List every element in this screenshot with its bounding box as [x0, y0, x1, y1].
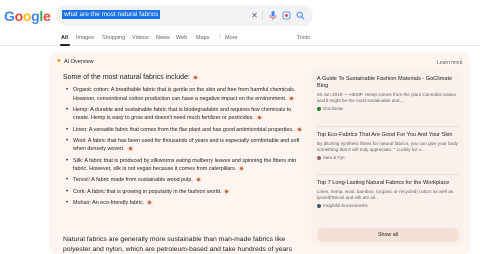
source-title[interactable]: Top 7 Long-Lasting Natural Fabrics for t…	[317, 180, 459, 187]
link-chip-icon[interactable]	[223, 188, 231, 194]
search-icon[interactable]	[296, 11, 305, 20]
overview-intro: Some of the most natural fabrics include…	[63, 74, 199, 81]
tab-news[interactable]: News	[156, 35, 170, 41]
source-snippet: By ditching synthetic fibres for natural…	[317, 141, 458, 152]
fact-text: Silk: A fabric that is produced by silkw…	[73, 157, 297, 173]
logo-letter: o	[22, 8, 32, 24]
show-all-button[interactable]: Show all	[317, 228, 459, 242]
source-site: Sara & Fyn	[317, 155, 459, 160]
list-item: Organic cotton: A breathable fabric that…	[63, 86, 303, 103]
intro-text: Some of the most natural fabrics include…	[63, 74, 190, 81]
tab-shopping[interactable]: Shopping	[102, 35, 125, 41]
site-favicon-icon	[317, 155, 321, 160]
list-item: Linen: A versatile fabric that comes fro…	[63, 126, 303, 135]
search-box[interactable]: what are the most natural fabrics ✕	[56, 5, 313, 26]
link-chip-icon[interactable]	[288, 95, 296, 101]
source-title[interactable]: Top Eco-Fabrics That Are Good For You An…	[317, 132, 459, 139]
camera-lens-icon[interactable]	[282, 11, 291, 20]
link-chip-icon[interactable]	[126, 146, 134, 152]
source-card[interactable]: A Guide To Sustainable Fashion Materials…	[317, 76, 459, 111]
site-name: GoClimate	[323, 106, 344, 111]
link-chip-icon[interactable]	[191, 74, 199, 80]
source-snippet: Linen, hemp, wool, bamboo, (organic or r…	[317, 189, 454, 200]
site-favicon-icon	[317, 106, 321, 111]
link-chip-icon[interactable]	[194, 177, 202, 183]
tab-web[interactable]: Web	[176, 35, 187, 41]
list-item: Silk: A fabric that is produced by silkw…	[63, 157, 303, 174]
tab-maps[interactable]: Maps	[196, 35, 209, 41]
tab-more[interactable]: ⋮ More	[218, 35, 238, 41]
link-chip-icon[interactable]	[255, 115, 263, 121]
list-item: Tencel: A fabric made from sustainable w…	[63, 176, 303, 185]
fact-text: Tencel: A fabric made from sustainable w…	[73, 177, 193, 184]
source-title[interactable]: A Guide To Sustainable Fashion Materials…	[317, 76, 459, 90]
header: Google what are the most natural fabrics…	[0, 0, 480, 30]
sources-panel: A Guide To Sustainable Fashion Materials…	[311, 70, 463, 246]
search-tabs: All Images Shopping Videos News Web Maps…	[0, 33, 480, 46]
more-options-icon[interactable]: ⋮	[458, 58, 464, 65]
fact-text: Cork: A fabric that is growing in popula…	[73, 188, 222, 195]
fact-text: Linen: A versatile fabric that comes fro…	[73, 126, 294, 133]
source-card[interactable]: Top 7 Long-Lasting Natural Fabrics for t…	[317, 180, 459, 208]
list-item: Mohair: An eco-friendly fabric.	[63, 199, 303, 208]
link-chip-icon[interactable]	[146, 199, 154, 205]
source-site: Insightful Environments	[317, 203, 459, 208]
list-item: Hemp: A durable and sustainable fabric t…	[63, 106, 303, 123]
site-name: Sara & Fyn	[323, 155, 345, 160]
fabric-list: Organic cotton: A breathable fabric that…	[63, 86, 303, 210]
site-name: Insightful Environments	[323, 203, 368, 208]
sparkle-icon: ✦	[56, 58, 62, 65]
list-item: Wool: A fabric that has been used for th…	[63, 137, 303, 154]
divider	[262, 10, 263, 21]
tab-images[interactable]: Images	[76, 35, 94, 41]
tab-videos[interactable]: Videos	[132, 35, 149, 41]
link-chip-icon[interactable]	[238, 166, 246, 172]
source-card[interactable]: Top Eco-Fabrics That Are Good For You An…	[317, 132, 459, 160]
fact-text: Wool: A fabric that has been used for th…	[73, 137, 300, 153]
logo-letter: g	[31, 8, 40, 24]
microphone-icon[interactable]	[268, 11, 277, 20]
link-chip-icon[interactable]	[295, 126, 303, 132]
logo-letter: o	[14, 8, 24, 24]
logo-letter: e	[42, 8, 51, 24]
source-site: GoClimate	[317, 106, 459, 111]
divider	[317, 174, 459, 175]
site-favicon-icon	[317, 203, 321, 208]
fact-text: Organic cotton: A breathable fabric that…	[73, 87, 296, 102]
overview-closing-text: Natural fabrics are generally more susta…	[63, 236, 292, 253]
list-item: Cork: A fabric that is growing in popula…	[63, 188, 303, 197]
active-tab-indicator	[60, 44, 70, 46]
clear-icon[interactable]: ✕	[250, 11, 259, 20]
search-input[interactable]: what are the most natural fabrics	[62, 10, 161, 19]
tab-all[interactable]: All	[61, 35, 68, 41]
ai-overview-title: AI Overview	[64, 59, 94, 65]
tab-tools[interactable]: Tools	[297, 35, 310, 41]
divider	[317, 126, 459, 127]
source-snippet: 28 Jun 2019 — HEMP. Hemp comes from the …	[317, 92, 456, 103]
google-logo[interactable]: Google	[4, 8, 51, 24]
fact-text: Mohair: An eco-friendly fabric.	[73, 199, 145, 206]
logo-letter: G	[4, 8, 15, 24]
